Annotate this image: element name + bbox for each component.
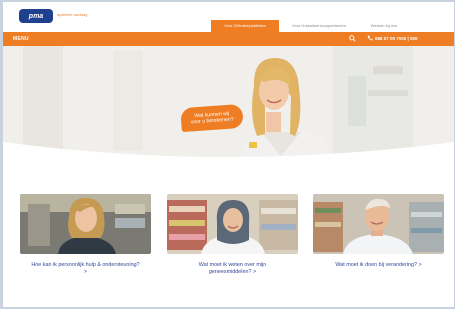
- card-medication-info[interactable]: Wat moet ik weten over mijn geneesmiddel…: [167, 194, 298, 276]
- card-caption[interactable]: Wat moet ik weten over mijn geneesmiddel…: [178, 262, 288, 276]
- hero-speech-bubble[interactable]: Wat kunnen wij voor u betekenen?: [180, 103, 244, 133]
- top-tabs: Voor Cliënten/patiënten Voor Huisartsen/…: [211, 20, 409, 32]
- tab-clients[interactable]: Voor Cliënten/patiënten: [211, 20, 279, 32]
- menu-button[interactable]: MENU: [13, 36, 29, 42]
- search-icon[interactable]: [349, 35, 356, 42]
- card-changes[interactable]: Wat moet ik doen bij verandering? >: [313, 194, 444, 269]
- hero-wave: [3, 142, 454, 168]
- card-caption[interactable]: Hoe kan ik persoonlijk hulp & ondersteun…: [31, 262, 141, 276]
- phone-link[interactable]: 088 07 00 7000 | 000: [367, 35, 418, 41]
- card-photo: [20, 194, 151, 254]
- page: pma apotheek vandaag Voor Cliënten/patië…: [3, 2, 454, 307]
- card-photo: [167, 194, 298, 254]
- logo[interactable]: pma: [19, 9, 53, 23]
- menu-bar: MENU 088 07 00 7000 | 000: [3, 32, 454, 46]
- tagline: apotheek vandaag: [57, 13, 88, 17]
- top-header: pma apotheek vandaag Voor Cliënten/patië…: [3, 2, 454, 32]
- tab-work[interactable]: Werken bij ons: [359, 20, 409, 32]
- phone-number: 088 07 00 7000 | 000: [375, 35, 418, 41]
- card-personal-help[interactable]: Hoe kan ik persoonlijk hulp & ondersteun…: [20, 194, 151, 276]
- card-photo: [313, 194, 444, 254]
- phone-icon: [367, 35, 373, 41]
- tab-caregivers[interactable]: Voor Huisartsen/zorgverleners: [279, 20, 359, 32]
- card-caption[interactable]: Wat moet ik doen bij verandering? >: [324, 262, 434, 269]
